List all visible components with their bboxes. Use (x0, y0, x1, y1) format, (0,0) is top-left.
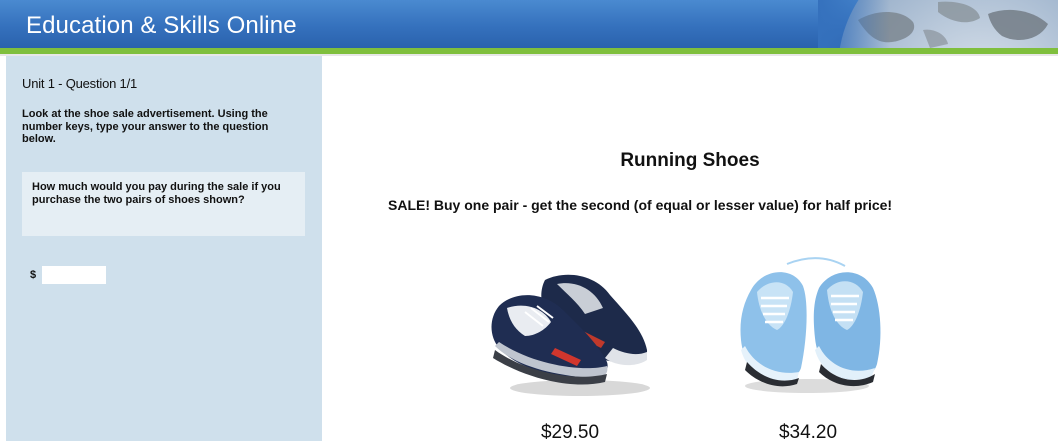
app-title: Education & Skills Online (26, 12, 297, 39)
globe-icon (818, 0, 1058, 48)
currency-symbol: $ (30, 269, 37, 281)
unit-question-label: Unit 1 - Question 1/1 (22, 76, 138, 91)
sale-text: SALE! Buy one pair - get the second (of … (388, 197, 893, 213)
running-shoe-navy-icon (491, 274, 650, 396)
running-shoe-lightblue-icon (740, 257, 881, 393)
question-text: How much would you pay during the sale i… (32, 181, 281, 206)
question-box: How much would you pay during the sale i… (22, 172, 305, 236)
instructions-text: Look at the shoe sale advertisement. Usi… (22, 108, 269, 145)
answer-input[interactable] (42, 266, 106, 284)
ad-title: Running Shoes (620, 150, 760, 171)
app-header: Education & Skills Online (0, 0, 1058, 48)
